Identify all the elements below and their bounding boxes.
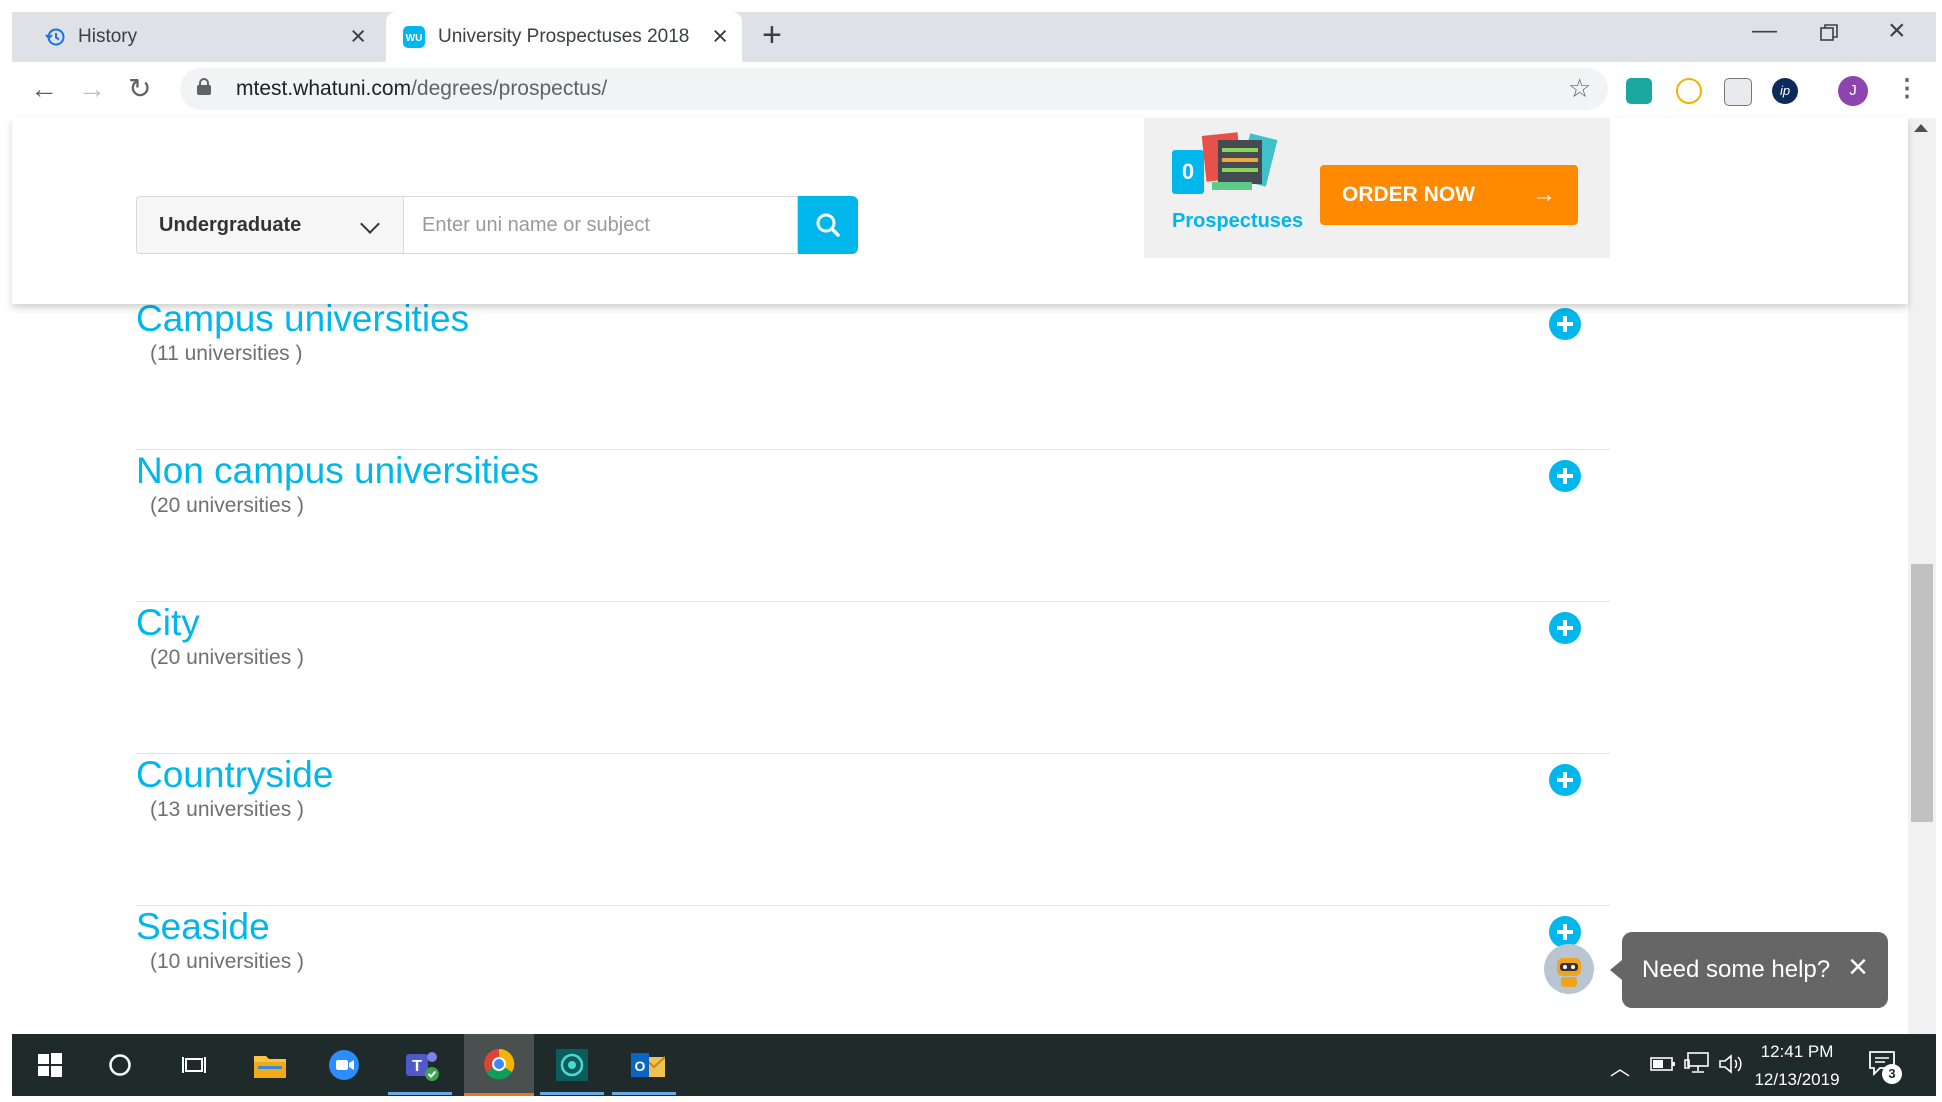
zoom-icon[interactable] — [318, 1034, 370, 1096]
ext-teal-icon[interactable] — [1626, 78, 1652, 104]
order-now-label: ORDER NOW — [1342, 183, 1475, 206]
category-row[interactable]: Non campus universities (20 universities… — [136, 450, 1610, 602]
prospectus-books-icon — [1201, 132, 1278, 190]
help-text: Need some help? — [1642, 956, 1831, 983]
help-bubble[interactable]: Need some help? × — [1610, 932, 1888, 1008]
back-icon[interactable]: ← — [30, 72, 58, 106]
order-now-button[interactable]: ORDER NOW → — [1320, 165, 1578, 225]
svg-text:T: T — [412, 1058, 422, 1075]
search-button[interactable] — [798, 196, 858, 254]
chatbot-robot-icon[interactable] — [1544, 944, 1594, 994]
app-teal-icon[interactable] — [544, 1034, 600, 1096]
notification-count: 3 — [1882, 1064, 1902, 1084]
history-icon — [44, 26, 66, 48]
arrow-right-icon: → — [1532, 181, 1556, 208]
category-title[interactable]: Non campus universities — [136, 450, 539, 492]
clock-date: 12/13/2019 — [1754, 1070, 1840, 1089]
url-path: /degrees/prospectus/ — [411, 77, 608, 100]
windows-start-icon[interactable] — [22, 1034, 78, 1096]
category-count: (20 universities ) — [150, 646, 305, 669]
close-tab-icon[interactable]: × — [712, 23, 728, 50]
minimize-icon[interactable]: — — [1752, 16, 1777, 45]
chevron-down-icon — [360, 214, 380, 234]
ext-tag-icon[interactable] — [1724, 78, 1752, 106]
category-count: (10 universities ) — [150, 950, 305, 973]
scroll-up-icon[interactable] — [1914, 124, 1928, 132]
study-level-value: Undergraduate — [159, 213, 302, 236]
prospectuses-link[interactable]: Prospectuses — [1172, 210, 1303, 233]
new-tab-button[interactable]: + — [762, 18, 782, 52]
basket-count-badge: 0 — [1172, 150, 1204, 194]
url-domain: mtest.whatuni.com — [236, 77, 412, 100]
category-title[interactable]: Countryside — [136, 754, 333, 796]
outlook-icon[interactable]: O — [620, 1034, 676, 1096]
teams-running-indicator — [388, 1092, 452, 1095]
study-level-select[interactable]: Undergraduate — [136, 196, 404, 254]
category-count: (13 universities ) — [150, 798, 305, 821]
cortana-search-icon[interactable] — [94, 1034, 146, 1096]
category-row[interactable]: Countryside (13 universities ) — [136, 754, 1610, 906]
scrollbar-thumb[interactable] — [1911, 564, 1933, 822]
tab-prospectuses[interactable]: WU University Prospectuses 2018 × — [386, 12, 742, 62]
close-window-icon[interactable]: × — [1888, 14, 1906, 48]
profile-avatar[interactable]: J — [1838, 76, 1868, 106]
reload-icon[interactable]: ↻ — [128, 72, 151, 106]
chrome-taskbar-icon[interactable] — [464, 1034, 534, 1096]
category-title[interactable]: Seaside — [136, 906, 270, 948]
action-center-icon[interactable]: 3 — [1868, 1050, 1902, 1084]
browser-menu-icon[interactable]: ⋮ — [1895, 72, 1919, 106]
tray-chevron-icon[interactable]: ︿ — [1610, 1052, 1630, 1081]
category-count: (20 universities ) — [150, 494, 305, 517]
category-row[interactable]: Campus universities (11 universities ) — [136, 298, 1610, 450]
restore-icon[interactable] — [1820, 20, 1838, 49]
category-title[interactable]: City — [136, 602, 200, 644]
system-clock[interactable]: 12:41 PM 12/13/2019 — [1752, 1038, 1842, 1094]
address-bar[interactable]: mtest.whatuni.com/degrees/prospectus/ — [180, 68, 1608, 110]
search-icon — [816, 213, 840, 237]
tab-title: University Prospectuses 2018 — [438, 26, 690, 47]
battery-icon[interactable] — [1650, 1056, 1676, 1077]
file-explorer-icon[interactable] — [244, 1034, 296, 1096]
windows-taskbar — [12, 1034, 1936, 1096]
expand-plus-icon[interactable] — [1549, 764, 1581, 796]
whatuni-favicon-icon: WU — [402, 25, 426, 49]
url-text: mtest.whatuni.com/degrees/prospectus/ — [236, 77, 607, 101]
category-row[interactable]: City (20 universities ) — [136, 602, 1610, 754]
network-icon[interactable] — [1684, 1052, 1710, 1079]
svg-text:O: O — [635, 1058, 646, 1074]
category-title[interactable]: Campus universities — [136, 298, 469, 340]
task-view-icon[interactable] — [168, 1034, 220, 1096]
svg-text:WU: WU — [406, 33, 423, 44]
clock-time: 12:41 PM — [1760, 1042, 1834, 1061]
volume-icon[interactable] — [1718, 1053, 1744, 1080]
category-count: (11 universities ) — [150, 342, 303, 365]
expand-plus-icon[interactable] — [1549, 612, 1581, 644]
app-running-indicator — [540, 1092, 604, 1095]
tab-title: History — [78, 26, 138, 47]
forward-icon[interactable]: → — [78, 72, 106, 106]
outlook-running-indicator — [612, 1092, 676, 1095]
ext-ip-icon[interactable]: ip — [1772, 78, 1798, 104]
lock-icon — [196, 77, 216, 101]
tab-history[interactable]: History × — [30, 12, 380, 62]
close-help-icon[interactable]: × — [1848, 950, 1868, 984]
expand-plus-icon[interactable] — [1549, 460, 1581, 492]
bookmark-star-icon[interactable]: ☆ — [1568, 73, 1591, 104]
ext-compass-icon[interactable] — [1676, 78, 1702, 104]
close-tab-icon[interactable]: × — [350, 23, 366, 50]
search-input[interactable] — [404, 196, 798, 254]
expand-plus-icon[interactable] — [1549, 308, 1581, 340]
teams-icon[interactable]: T — [392, 1034, 452, 1096]
